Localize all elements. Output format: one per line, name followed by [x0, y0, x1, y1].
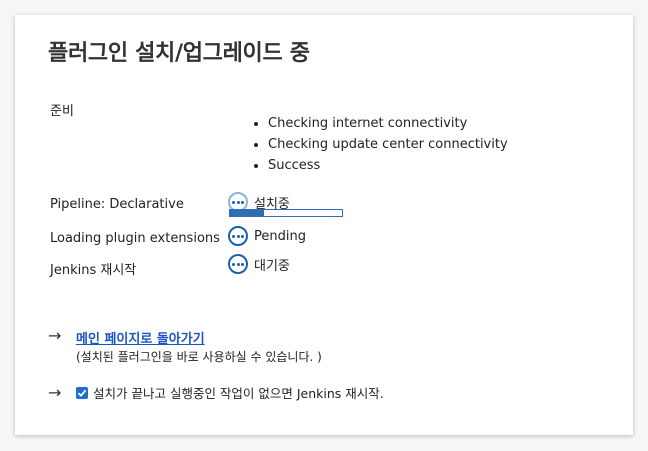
plugin-name: Loading plugin extensions	[50, 231, 220, 246]
status-text: Pending	[254, 228, 306, 244]
back-hint: (설치된 플러그인을 바로 사용하실 수 있습니다. )	[76, 350, 322, 364]
connectivity-check-list: Checking internet connectivity Checking …	[252, 113, 508, 176]
restart-label: 설치가 끝나고 실행중인 작업이 없으면 Jenkins 재시작.	[93, 386, 384, 401]
restart-checkbox[interactable]	[76, 386, 88, 399]
back-to-main-link[interactable]: 메인 페이지로 돌아가기	[76, 328, 205, 347]
check-item: Success	[268, 155, 508, 176]
status-text: 대기중	[254, 258, 290, 274]
pending-icon	[228, 254, 248, 274]
arrow-right-icon: →	[48, 383, 62, 402]
check-item: Checking internet connectivity	[268, 113, 508, 134]
plugin-status: Pending	[228, 226, 306, 246]
restart-option[interactable]: 설치가 끝나고 실행중인 작업이 없으면 Jenkins 재시작.	[76, 383, 384, 402]
install-progress-bar	[229, 209, 343, 217]
arrow-right-icon: →	[48, 326, 62, 345]
check-item: Checking update center connectivity	[268, 134, 508, 155]
plugin-name: Jenkins 재시작	[50, 263, 137, 278]
update-center-panel: 플러그인 설치/업그레이드 중 준비 Checking internet con…	[15, 15, 633, 435]
pending-icon	[228, 226, 248, 246]
page-title: 플러그인 설치/업그레이드 중	[48, 41, 310, 66]
plugin-name: Pipeline: Declarative	[50, 197, 184, 212]
prep-label: 준비	[50, 104, 74, 119]
plugin-status: 대기중	[228, 254, 290, 274]
progress-fill	[230, 210, 264, 216]
